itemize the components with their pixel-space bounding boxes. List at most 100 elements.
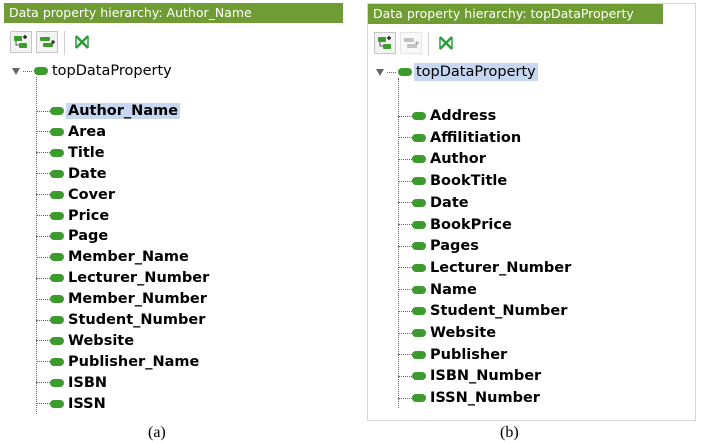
tree-node-label: Publisher_Name: [68, 353, 200, 370]
tree-connector: [398, 245, 412, 247]
tree-node[interactable]: Area: [36, 122, 108, 142]
tree-connector: [398, 267, 412, 269]
data-property-icon: [50, 211, 64, 220]
data-property-icon: [412, 198, 426, 207]
add-subproperty-icon: [14, 35, 27, 48]
data-property-icon: [34, 67, 48, 75]
tree-node[interactable]: Lecturer_Number: [398, 258, 573, 278]
tree-node[interactable]: Date: [398, 193, 471, 213]
tree-node-label: Date: [430, 194, 469, 211]
tree-node[interactable]: ISSN: [36, 394, 108, 414]
tree-connector: [398, 310, 412, 312]
collapse-arrow-icon[interactable]: [12, 67, 20, 75]
tree-node-label: Member_Number: [68, 291, 207, 308]
data-property-icon: [412, 242, 426, 251]
tree-node-label: BookPrice: [430, 216, 512, 233]
tree-node[interactable]: Publisher_Name: [36, 352, 201, 372]
data-property-icon: [50, 378, 64, 387]
add-sibling-button[interactable]: [400, 32, 422, 54]
tree-connector: [398, 375, 412, 377]
tree-node[interactable]: Affilitiation: [398, 128, 523, 148]
toolbar: [368, 24, 695, 62]
add-subproperty-button[interactable]: [10, 31, 32, 53]
tree-node-label: Student_Number: [68, 312, 206, 328]
collapse-arrow-icon[interactable]: [376, 68, 384, 76]
tree-node[interactable]: Price: [36, 206, 111, 226]
tree-connector: [398, 158, 412, 160]
tree-node[interactable]: Website: [36, 331, 136, 351]
delete-property-button[interactable]: [435, 32, 457, 54]
tree-connector: [36, 403, 50, 405]
tree-node-label: Area: [68, 123, 106, 140]
data-property-icon: [412, 220, 426, 229]
tree-node[interactable]: Website: [398, 323, 498, 343]
tree-connector: [398, 180, 412, 182]
tree-root-node[interactable]: topDataProperty: [376, 62, 538, 82]
add-subproperty-button[interactable]: [374, 32, 396, 54]
data-property-icon: [412, 285, 426, 294]
tree-node-label: Page: [68, 228, 109, 245]
tree-node[interactable]: Publisher: [398, 345, 509, 365]
add-sibling-button[interactable]: [36, 31, 58, 53]
data-property-icon: [50, 274, 64, 283]
data-property-icon: [50, 357, 64, 366]
tree-node[interactable]: Student_Number: [36, 310, 207, 330]
tree-node-label: Cover: [68, 186, 116, 203]
property-tree: topDataProperty Author_Name Area Title Date C…: [4, 61, 343, 421]
data-property-icon: [50, 295, 64, 304]
property-tree: topDataProperty Address Affilitiation Autho…: [368, 62, 695, 420]
data-property-icon: [50, 169, 64, 178]
tree-node-label: Lecturer_Number: [430, 259, 572, 276]
data-property-icon: [412, 263, 426, 272]
tree-connector: [36, 277, 50, 279]
tree-node[interactable]: Author: [398, 149, 488, 169]
tree-node-label: ISBN_Number: [430, 368, 542, 385]
tree-connector: [36, 340, 50, 342]
tree-node[interactable]: Title: [36, 143, 107, 163]
tree-connector: [36, 131, 50, 133]
tree-node-label: Price: [68, 207, 110, 224]
tree-connector: [398, 115, 412, 117]
tree-node[interactable]: ISSN_Number: [398, 388, 542, 408]
tree-node[interactable]: Page: [36, 226, 110, 246]
data-property-icon: [50, 253, 64, 262]
tree-node[interactable]: Member_Name: [36, 247, 191, 267]
tree-node[interactable]: Member_Number: [36, 289, 209, 309]
tree-node[interactable]: Cover: [36, 185, 117, 205]
tree-node[interactable]: Lecturer_Number: [36, 268, 211, 288]
data-property-icon: [50, 336, 64, 345]
data-property-icon: [412, 350, 426, 359]
panel-header: Data property hierarchy: topDataProperty: [368, 4, 663, 24]
delete-property-button[interactable]: [71, 31, 93, 53]
data-property-icon: [50, 316, 64, 324]
tree-node[interactable]: Date: [36, 164, 109, 184]
add-subproperty-icon: [378, 36, 391, 49]
tree-connector: [36, 173, 50, 175]
tree-node-label: ISSN_Number: [430, 390, 540, 407]
tree-node[interactable]: BookPrice: [398, 215, 514, 235]
data-property-icon: [50, 190, 64, 199]
tree-node-label: Author_Name: [66, 103, 181, 119]
data-property-icon: [50, 399, 64, 408]
tree-node[interactable]: Author_Name: [36, 101, 181, 121]
tree-connector: [23, 70, 32, 72]
tree-node[interactable]: BookTitle: [398, 171, 509, 191]
delete-property-icon: [439, 36, 453, 50]
tree-node[interactable]: Pages: [398, 236, 481, 256]
panel-header: Data property hierarchy: Author_Name: [4, 3, 343, 23]
tree-node[interactable]: ISBN: [36, 373, 109, 393]
tree-connector: [36, 152, 50, 154]
add-sibling-icon: [404, 38, 419, 48]
data-property-icon: [50, 232, 64, 241]
tree-node-label: Author: [430, 151, 486, 168]
tree-node[interactable]: Name: [398, 280, 479, 300]
tree-connector: [398, 354, 412, 356]
tree-connector: [398, 397, 412, 399]
tree-node[interactable]: ISBN_Number: [398, 366, 543, 386]
add-sibling-icon: [40, 37, 55, 47]
tree-node[interactable]: Address: [398, 106, 498, 126]
toolbar-separator: [428, 32, 429, 56]
tree-node[interactable]: Student_Number: [398, 301, 569, 321]
data-property-icon: [50, 148, 64, 157]
tree-node-label: Title: [68, 144, 105, 161]
